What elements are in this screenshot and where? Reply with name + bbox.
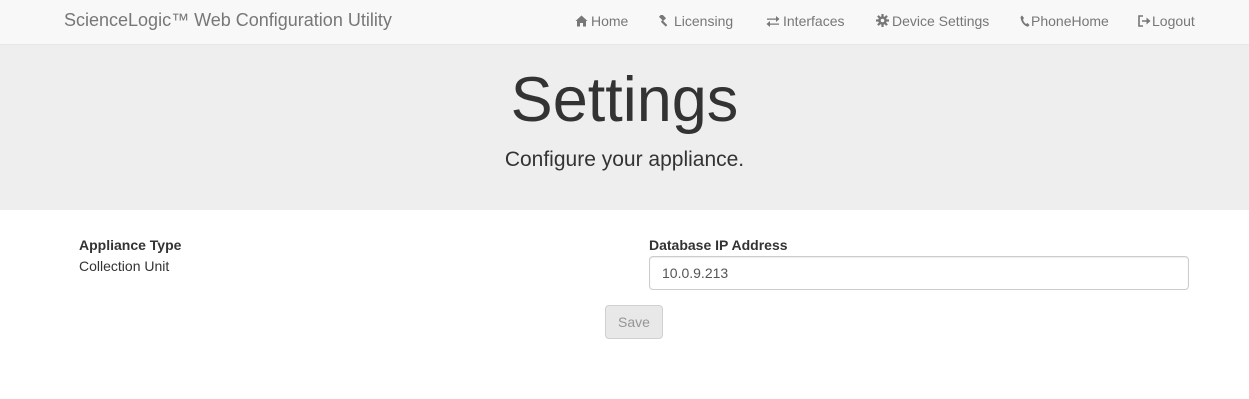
database-ip-label: Database IP Address — [649, 237, 788, 253]
nav-logout-label: Logout — [1152, 13, 1195, 29]
save-button[interactable]: Save — [605, 305, 663, 339]
nav-home-label: Home — [591, 13, 629, 29]
log-out-icon — [1138, 15, 1151, 27]
nav-interfaces[interactable]: Interfaces — [766, 0, 844, 44]
gavel-icon — [658, 13, 668, 27]
home-icon — [575, 15, 588, 27]
nav-interfaces-label: Interfaces — [783, 13, 845, 29]
nav-device-settings[interactable]: Device Settings — [876, 0, 989, 44]
nav-licensing[interactable]: Licensing — [658, 0, 733, 44]
nav-home[interactable]: Home — [575, 0, 628, 44]
nav-licensing-label: Licensing — [674, 13, 734, 29]
nav-device-settings-label: Device Settings — [892, 13, 990, 29]
appliance-type-value: Collection Unit — [79, 258, 170, 274]
navbar: ScienceLogic™ Web Configuration Utility … — [0, 0, 1249, 45]
header-banner: Settings Configure your appliance. — [0, 45, 1249, 210]
database-ip-input[interactable] — [649, 256, 1189, 290]
nav-phonehome[interactable]: PhoneHome — [1020, 0, 1109, 44]
nav-logout[interactable]: Logout — [1138, 0, 1195, 44]
nav-phonehome-label: PhoneHome — [1031, 13, 1109, 29]
cog-icon — [876, 14, 889, 27]
page-title: Settings — [510, 65, 739, 135]
phone-icon — [1020, 15, 1030, 27]
appliance-type-label: Appliance Type — [79, 237, 182, 253]
exchange-icon — [766, 16, 780, 27]
brand-title[interactable]: ScienceLogic™ Web Configuration Utility — [64, 0, 392, 44]
page-subtitle: Configure your appliance. — [504, 148, 745, 171]
